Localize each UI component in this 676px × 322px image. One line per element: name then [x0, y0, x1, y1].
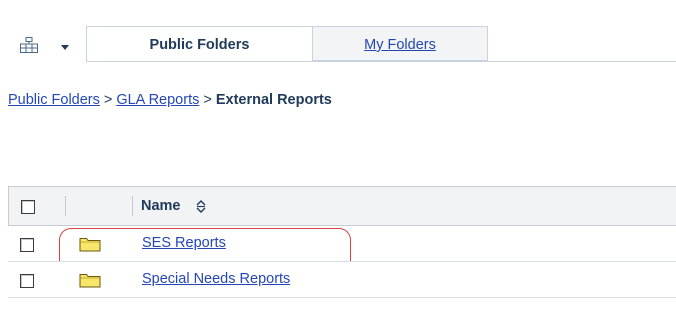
sort-toggle-icon[interactable] — [195, 199, 207, 213]
folder-link-special-needs-reports[interactable]: Special Needs Reports — [142, 271, 290, 287]
breadcrumb-current: External Reports — [215, 92, 332, 108]
tab-my-folders[interactable]: My Folders — [313, 26, 488, 61]
folder-icon — [79, 238, 101, 252]
folder-link-ses-reports[interactable]: SES Reports — [142, 235, 226, 251]
column-divider — [65, 196, 66, 216]
tab-bar: Public Folders My Folders — [0, 0, 676, 62]
row-divider — [8, 297, 676, 298]
table-row: Special Needs Reports — [8, 262, 676, 298]
caret-down-icon — [61, 45, 69, 50]
row-checkbox[interactable] — [20, 274, 34, 288]
folder-icon — [79, 274, 101, 288]
folder-tree-icon — [20, 37, 38, 53]
row-checkbox[interactable] — [20, 238, 34, 252]
folder-table: Name SES Reports Special Needs Reports — [8, 186, 676, 298]
tab-public-folders[interactable]: Public Folders — [86, 26, 313, 62]
table-row: SES Reports — [8, 226, 676, 273]
table-header: Name — [8, 186, 676, 226]
breadcrumb-link-public-folders[interactable]: Public Folders — [8, 92, 100, 108]
breadcrumb-separator: > — [103, 92, 113, 108]
breadcrumb: Public Folders > GLA Reports > External Repo… — [8, 92, 332, 112]
column-divider — [132, 196, 133, 216]
tab-label: Public Folders — [149, 37, 250, 53]
view-menu-button[interactable] — [20, 37, 76, 53]
breadcrumb-separator: > — [203, 92, 212, 108]
tab-label: My Folders — [364, 37, 436, 53]
breadcrumb-link-gla-reports[interactable]: GLA Reports — [116, 92, 199, 108]
select-all-checkbox[interactable] — [21, 200, 35, 214]
tab-divider — [86, 61, 676, 62]
name-column-header[interactable]: Name — [141, 198, 181, 214]
